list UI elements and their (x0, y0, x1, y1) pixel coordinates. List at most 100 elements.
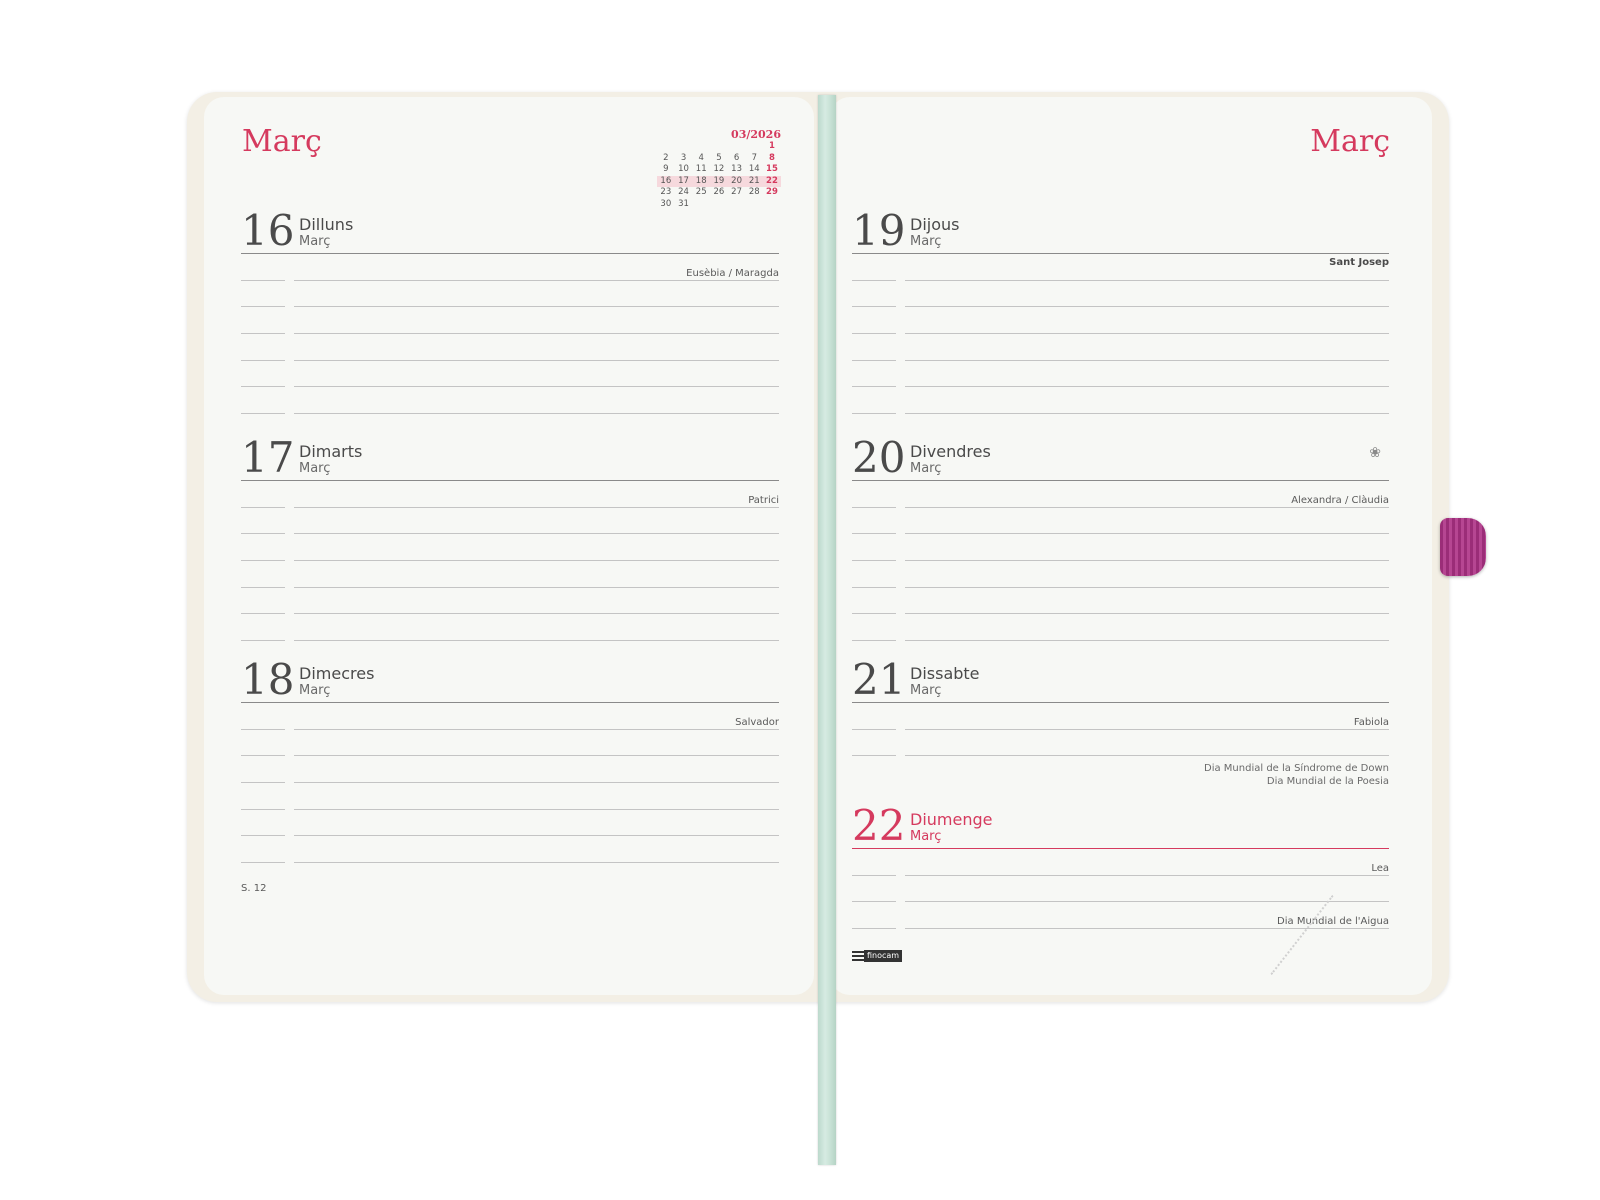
day-lines[interactable]: Patrici (241, 481, 779, 642)
mini-calendar-day: 18 (695, 175, 707, 186)
mini-calendar-day: 9 (663, 164, 669, 174)
saint-name: Lea (1371, 862, 1389, 874)
mini-calendar-day: 17 (678, 175, 689, 186)
mini-calendar-day: 27 (731, 187, 742, 197)
brand-logo: finocam (852, 950, 903, 962)
mini-calendar-day (692, 141, 710, 153)
mini-calendar-day: 4 (698, 152, 704, 163)
day-number: 21 (852, 655, 906, 704)
day-name: Dissabte (910, 664, 980, 683)
mini-calendar-day: 15 (766, 164, 778, 174)
day-month: Març (299, 461, 331, 476)
elastic-closure[interactable] (1440, 518, 1486, 576)
day-lines[interactable]: Eusèbia / Maragda (241, 254, 779, 415)
mini-calendar-day: 22 (766, 175, 778, 186)
day-lines[interactable]: Alexandra / Clàudia (852, 481, 1389, 642)
mini-calendar-day: 19 (713, 175, 725, 186)
saint-name: Alexandra / Clàudia (1291, 494, 1389, 506)
day-header: 22 Diumenge Març (852, 802, 1389, 849)
mini-calendar-day (675, 141, 693, 153)
mini-calendar-day: 11 (695, 164, 707, 174)
day-name: Dimarts (299, 442, 363, 461)
mini-calendar-week: 234 567 8 (657, 153, 781, 165)
day-lines[interactable]: Sant Josep (852, 254, 1389, 415)
day-lines[interactable]: Lea Dia Mundial de l'Aigua (852, 849, 1389, 930)
mini-calendar-day: 5 (716, 152, 722, 163)
day-17: 17 Dimarts Març Patrici (241, 434, 779, 642)
mini-calendar-day: 26 (713, 187, 725, 197)
mini-calendar-day: 12 (713, 164, 725, 174)
mini-calendar-week: 9 10 11 12 13 14 15 (657, 164, 781, 176)
day-month: Març (299, 683, 331, 698)
day-21: 21 Dissabte Març Fabiola Dia Mundial de … (852, 656, 1389, 792)
day-month: Març (910, 234, 942, 249)
day-month: Març (910, 461, 942, 476)
saint-name: Salvador (735, 716, 779, 728)
day-20: 20 Divendres Març ❀ Alexandra / Clàudia (852, 434, 1389, 642)
day-lines[interactable]: Salvador (241, 703, 779, 864)
world-day-event: Dia Mundial de la Poesia (1266, 776, 1389, 788)
world-day-event: Dia Mundial de la Síndrome de Down (1204, 763, 1389, 775)
mini-calendar-week: 23 24 25 26 27 28 29 (657, 187, 781, 199)
day-month: Març (910, 683, 942, 698)
day-month: Març (299, 234, 331, 249)
week-number: S. 12 (241, 883, 267, 894)
mini-calendar-day: 29 (766, 187, 778, 197)
day-18: 18 Dimecres Març Salvador (241, 656, 779, 864)
day-header: 19 Dijous Març (852, 207, 1389, 254)
brand-name: finocam (864, 950, 903, 962)
saint-name: Patrici (748, 494, 779, 506)
saint-name: Eusèbia / Maragda (686, 267, 779, 279)
day-month: Març (910, 829, 942, 844)
day-header: 20 Divendres Març ❀ (852, 434, 1389, 481)
mini-calendar: 03/2026 1 2 3 4 5 6 7 8 9 10 11 12 13 14 15 16 17 18 19 20 2… (657, 128, 781, 210)
mini-calendar-day: 3 (680, 152, 687, 163)
mini-calendar-day: 23 (660, 187, 672, 197)
saint-name: Sant Josep (1329, 256, 1389, 268)
mini-calendar-day (710, 141, 728, 153)
day-name: Dimecres (299, 664, 375, 683)
mini-calendar-day: 2 (663, 152, 669, 163)
mini-calendar-day: 13 (731, 164, 742, 174)
mini-calendar-day: 24 (678, 187, 689, 197)
flower-icon: ❀ (1369, 445, 1381, 461)
mini-calendar-day: 28 (748, 187, 760, 197)
day-name: Dilluns (299, 215, 354, 234)
day-header: 16 Dilluns Març (241, 207, 779, 254)
day-16: 16 Dilluns Març Eusèbia / Maragda (241, 207, 779, 415)
mini-calendar-day: 21 (748, 175, 760, 186)
day-22: 22 Diumenge Març Lea Dia Mundial de l'Ai… (852, 802, 1389, 930)
mini-calendar-day (745, 141, 763, 153)
day-name: Divendres (910, 442, 991, 461)
day-name: Dijous (910, 215, 960, 234)
day-lines[interactable]: Fabiola Dia Mundial de la Síndrome de Do… (852, 703, 1389, 792)
day-header: 21 Dissabte Març (852, 656, 1389, 703)
mini-calendar-day (728, 141, 746, 153)
day-number: 17 (241, 433, 295, 482)
day-number: 20 (852, 433, 906, 482)
day-name: Diumenge (910, 810, 993, 829)
day-number: 16 (241, 206, 295, 255)
mini-calendar-day: 1 (769, 141, 775, 151)
bookmark-ribbon[interactable] (818, 95, 836, 1165)
world-day-event: Dia Mundial de l'Aigua (1277, 916, 1389, 928)
mini-calendar-day: 14 (748, 164, 760, 174)
mini-calendar-day: 6 (733, 152, 740, 163)
mini-calendar-day: 25 (695, 187, 707, 197)
day-19: 19 Dijous Març Sant Josep (852, 207, 1389, 415)
day-number: 19 (852, 206, 906, 255)
mini-calendar-day: 7 (751, 152, 757, 163)
mini-calendar-week: 1 (657, 141, 781, 153)
day-number: 18 (241, 655, 295, 704)
mini-calendar-day: 10 (678, 164, 689, 174)
mini-calendar-day: 16 (660, 175, 672, 186)
mini-calendar-grid: 1 2 3 4 5 6 7 8 9 10 11 12 13 14 15 16 17 18 19 20 21 22 23 24 2… (657, 141, 781, 210)
day-header: 17 Dimarts Març (241, 434, 779, 481)
left-month-title: Març (242, 124, 322, 159)
mini-calendar-day: 20 (731, 175, 742, 186)
day-number: 22 (852, 801, 906, 850)
mini-calendar-day (657, 141, 675, 153)
right-month-title: Març (1310, 124, 1390, 159)
brand-bars-icon (852, 951, 864, 961)
day-header: 18 Dimecres Març (241, 656, 779, 703)
